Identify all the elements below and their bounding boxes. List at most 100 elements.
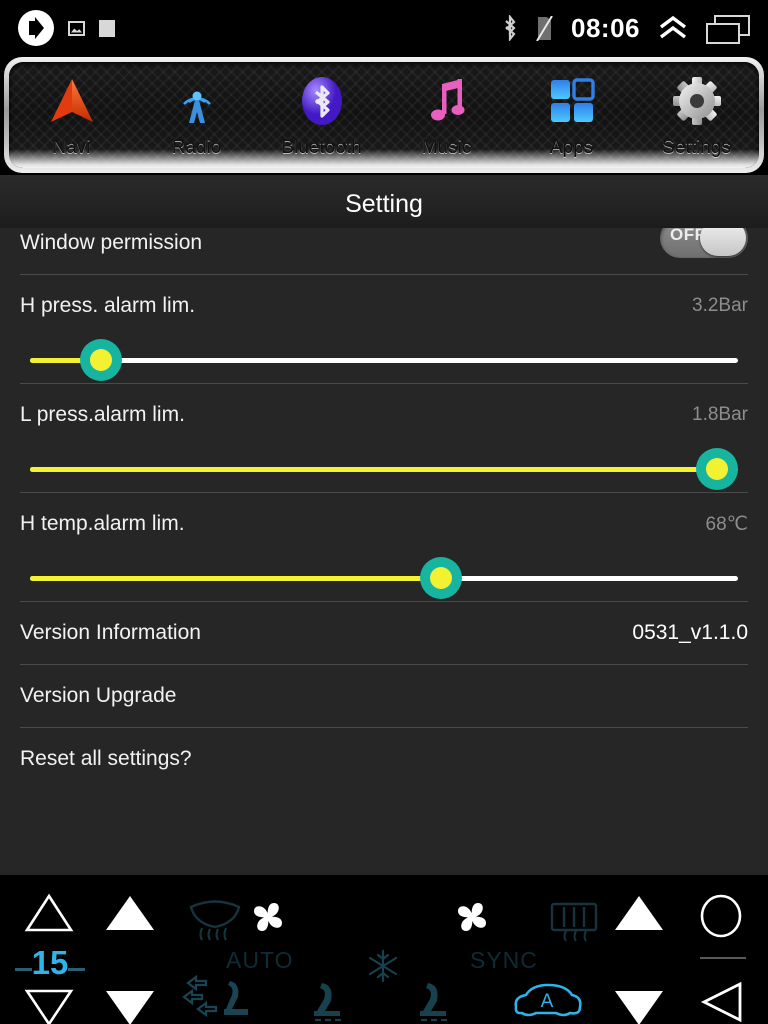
sync-button[interactable]: SYNC	[470, 947, 538, 974]
status-bar: 08:06	[0, 0, 768, 56]
row-head: H press. alarm lim. 3.2Bar	[20, 275, 748, 337]
slider-thumb[interactable]	[695, 448, 738, 490]
dock-label-settings: Settings	[662, 137, 731, 158]
row-head: Version Upgrade	[20, 665, 748, 727]
snowflake-icon	[368, 949, 398, 983]
apps-grid-icon	[545, 71, 599, 131]
seat-heat-left-button[interactable]	[306, 979, 352, 1024]
dash-right	[68, 968, 86, 972]
row-head: H temp.alarm lim. 68℃	[20, 493, 748, 555]
app-dock-inner: Navi Radio Bluetooth Music Apps Settings	[9, 62, 759, 168]
ac-button[interactable]	[366, 949, 400, 988]
app-dock-items: Navi Radio Bluetooth Music Apps Settings	[9, 62, 759, 168]
seat-heat-right-button[interactable]	[412, 979, 458, 1024]
setting-label-high-pressure: H press. alarm lim.	[20, 294, 196, 317]
slider-low-pressure[interactable]	[30, 446, 738, 492]
setting-label-version-upgrade: Version Upgrade	[20, 684, 177, 707]
dock-item-music[interactable]: Music	[384, 62, 509, 168]
dock-item-settings[interactable]: Settings	[634, 62, 759, 168]
recent-apps-icon[interactable]	[706, 15, 750, 44]
power-circle-icon	[700, 894, 742, 938]
setting-label-version-information: Version Information	[20, 621, 201, 644]
status-bar-left	[0, 10, 115, 46]
setting-label-low-pressure: L press.alarm lim.	[20, 403, 185, 426]
setting-label-window-permission: Window permission	[20, 231, 203, 254]
chevron-up-double-icon[interactable]	[658, 15, 688, 40]
slider-thumb[interactable]	[419, 557, 462, 599]
setting-value-high-pressure: 3.2Bar	[692, 295, 748, 316]
power-button[interactable]	[698, 894, 744, 943]
setting-row-reset[interactable]: Reset all settings?	[0, 728, 768, 790]
fan-icon-left[interactable]	[246, 895, 290, 944]
setting-label-reset: Reset all settings?	[20, 747, 192, 770]
triangle-down-solid-icon	[615, 991, 663, 1024]
setting-row-version-information[interactable]: Version Information 0531_v1.1.0	[0, 602, 768, 664]
clock: 08:06	[571, 12, 640, 43]
right-down-button[interactable]	[613, 988, 665, 1024]
slider-high-temp[interactable]	[30, 555, 738, 601]
dock-item-bluetooth[interactable]: Bluetooth	[259, 62, 384, 168]
airflow-seat-button[interactable]	[180, 974, 270, 1024]
volume-icon[interactable]	[18, 10, 54, 46]
setting-value-high-temp: 68℃	[705, 513, 748, 535]
power-divider	[700, 957, 746, 959]
dock-label-music: Music	[421, 137, 472, 158]
head-unit-screen: 08:06 Navi Radio Bluetooth Music Apps Se…	[0, 0, 768, 1024]
fan-speed-up-button[interactable]	[104, 893, 156, 938]
setting-row-low-pressure[interactable]: L press.alarm lim. 1.8Bar	[0, 384, 768, 492]
setting-row-high-pressure[interactable]: H press. alarm lim. 3.2Bar	[0, 275, 768, 383]
bluetooth-icon	[295, 71, 349, 131]
seat-heat-icon	[314, 983, 341, 1022]
left-temp-down-button[interactable]	[24, 988, 74, 1024]
music-note-icon	[420, 71, 474, 131]
slider-high-pressure[interactable]	[30, 337, 738, 383]
triangle-down-solid-icon	[106, 991, 154, 1024]
setting-row-window-permission[interactable]: Window permission OFF	[0, 228, 768, 274]
screenshot-icon	[68, 20, 85, 36]
auto-button[interactable]: AUTO	[226, 947, 293, 974]
seat-heat-icon	[420, 983, 447, 1022]
setting-row-version-upgrade[interactable]: Version Upgrade	[0, 665, 768, 727]
airflow-seat-icon	[182, 974, 248, 1018]
fan-icon-right[interactable]	[450, 895, 494, 944]
radio-tower-icon	[170, 71, 224, 131]
front-defrost-button[interactable]	[185, 897, 245, 946]
auto-recirculate-label: A	[541, 991, 554, 1012]
back-button[interactable]	[698, 981, 746, 1024]
dock-item-apps[interactable]: Apps	[509, 62, 634, 168]
rear-defrost-icon	[550, 902, 598, 942]
status-bar-right: 08:06	[502, 13, 768, 44]
setting-value-low-pressure: 1.8Bar	[692, 404, 748, 425]
dock-item-navi[interactable]: Navi	[9, 62, 134, 168]
auto-recirculate-button[interactable]: A	[510, 981, 584, 1024]
slider-track	[30, 358, 738, 363]
slider-thumb[interactable]	[79, 339, 122, 381]
setting-row-high-temp[interactable]: H temp.alarm lim. 68℃	[0, 493, 768, 601]
window-permission-toggle[interactable]: OFF	[660, 228, 748, 258]
dock-label-radio: Radio	[171, 137, 222, 158]
setting-value-version-information: 0531_v1.1.0	[632, 621, 748, 644]
page-title-bar: Setting	[0, 175, 768, 235]
navigation-arrow-icon	[45, 71, 99, 131]
slider-fill	[30, 576, 441, 581]
row-head: Reset all settings?	[20, 728, 748, 790]
row-head: Version Information 0531_v1.1.0	[20, 602, 748, 664]
dock-item-radio[interactable]: Radio	[134, 62, 259, 168]
auto-label: AUTO	[226, 947, 294, 973]
fan-speed-down-button[interactable]	[104, 988, 156, 1024]
rear-defrost-button[interactable]	[548, 900, 600, 947]
left-temp-up-button[interactable]	[24, 892, 74, 939]
left-temperature-display: 15	[10, 944, 90, 982]
dash-left	[14, 968, 32, 972]
app-dock: Navi Radio Bluetooth Music Apps Settings	[4, 57, 764, 173]
fan-icon	[254, 903, 282, 931]
slider-fill	[30, 467, 717, 472]
right-up-button[interactable]	[613, 893, 665, 938]
settings-list[interactable]: Window permission OFF H press. alarm lim…	[0, 228, 768, 875]
triangle-up-outline-icon	[24, 893, 74, 932]
no-sim-icon	[536, 14, 553, 42]
row-head: Window permission	[20, 228, 748, 274]
left-temperature-value: 15	[31, 944, 69, 981]
sdcard-icon	[99, 19, 115, 37]
gear-icon	[670, 71, 724, 131]
